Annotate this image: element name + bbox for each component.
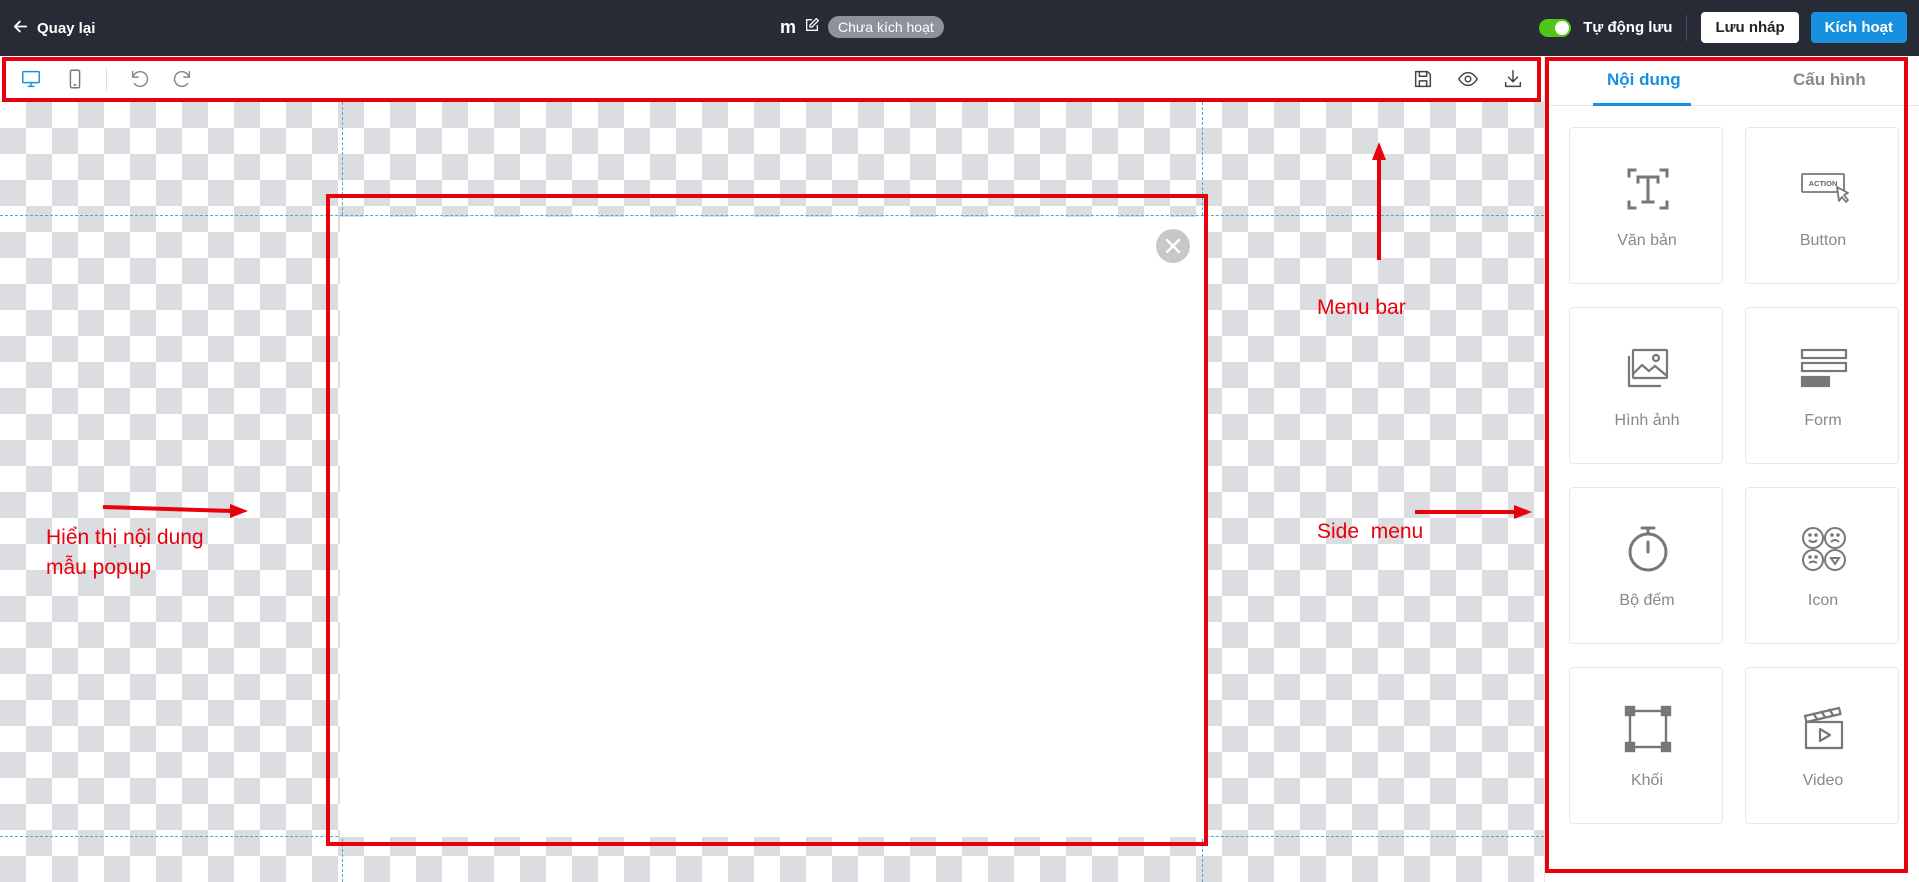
popup-title-area: m Chưa kích hoạt [780,16,944,38]
menu-bar-annotation: Menu bar [1317,296,1406,319]
element-icon[interactable]: Icon [1745,487,1899,644]
guide-line [0,215,1544,216]
element-label: Hình ảnh [1614,412,1680,429]
download-icon[interactable] [1502,68,1524,90]
tab-settings[interactable]: Cấu hình [1793,70,1866,90]
element-text[interactable]: Văn bản [1569,127,1723,284]
autosave-label: Tự động lưu [1583,19,1673,36]
element-label: Bộ đếm [1619,592,1675,609]
mobile-icon[interactable] [64,68,86,90]
top-header: Quay lại m Chưa kích hoạt Tự động lưu Lư… [0,0,1919,56]
close-icon[interactable] [1156,229,1190,263]
block-icon [1624,705,1672,753]
element-video[interactable]: Video [1745,667,1899,824]
active-tab-indicator [1593,103,1691,106]
preview-eye-icon[interactable] [1457,68,1479,90]
header-actions: Tự động lưu Lưu nháp Kích hoạt [1539,12,1907,43]
form-icon [1800,348,1848,388]
save-draft-button[interactable]: Lưu nháp [1701,12,1799,43]
timer-icon [1628,526,1668,572]
toolbar-divider [106,68,107,90]
tab-content[interactable]: Nội dung [1607,70,1681,90]
element-label: Icon [1807,592,1839,609]
status-badge: Chưa kích hoạt [828,16,944,38]
emoji-icon [1802,527,1846,571]
popup-annotation-line1: Hiển thị nội dung [46,526,204,549]
edit-title-icon[interactable] [804,17,820,38]
popup-preview[interactable] [340,217,1204,837]
element-label: Video [1802,772,1844,789]
undo-icon[interactable] [128,68,150,90]
popup-title: m [780,16,797,37]
redo-icon[interactable] [172,68,194,90]
menu-bar [0,56,1544,102]
back-button[interactable]: Quay lại [12,18,95,39]
element-timer[interactable]: Bộ đếm [1569,487,1723,644]
video-icon [1803,706,1844,750]
side-tabs: Nội dung Cấu hình [1545,56,1919,106]
popup-editor: Quay lại m Chưa kích hoạt Tự động lưu Lư… [0,0,1919,882]
desktop-icon[interactable] [20,68,42,90]
image-icon [1627,348,1669,388]
element-label: Form [1804,412,1842,429]
header-divider [1686,14,1688,41]
element-label: Văn bản [1617,232,1677,249]
element-label: Khối [1630,772,1664,789]
element-block[interactable]: Khối [1569,667,1723,824]
popup-annotation-line2: mẫu popup [46,556,152,579]
activate-button[interactable]: Kích hoạt [1810,12,1907,43]
editor-canvas[interactable] [0,102,1544,882]
save-icon[interactable] [1412,68,1434,90]
element-form[interactable]: Form [1745,307,1899,464]
side-menu-annotation: Side menu [1317,520,1424,543]
back-label: Quay lại [37,20,96,37]
arrow-left-icon [12,18,29,39]
element-button[interactable]: ACTION Button [1745,127,1899,284]
element-label: Button [1799,232,1847,249]
side-menu: Nội dung Cấu hình Văn bản ACTION Button [1544,56,1919,882]
autosave-toggle[interactable] [1539,18,1572,37]
action-button-icon: ACTION [1801,173,1849,203]
element-image[interactable]: Hình ảnh [1569,307,1723,464]
action-label: ACTION [1809,179,1838,188]
text-icon [1627,168,1669,210]
